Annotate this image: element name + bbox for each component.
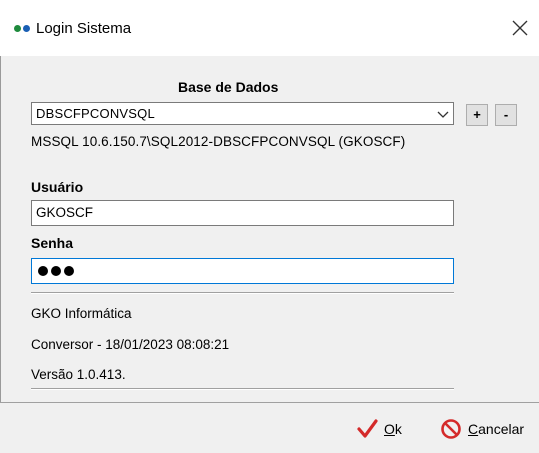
close-icon: [512, 20, 528, 36]
user-input-value: GKOSCF: [36, 205, 94, 220]
title-bar: Login Sistema: [0, 0, 539, 56]
database-label: Base de Dados: [178, 79, 279, 95]
password-mask: [38, 266, 74, 276]
database-select-value: DBSCFPCONVSQL: [36, 106, 155, 121]
user-label: Usuário: [31, 179, 84, 195]
cancel-label: Cancelar: [468, 421, 525, 437]
password-mask-dot: [64, 266, 74, 276]
database-select[interactable]: DBSCFPCONVSQL: [31, 102, 454, 125]
password-mask-dot: [38, 266, 48, 276]
ok-button[interactable]: Ok: [356, 417, 402, 441]
cancel-button[interactable]: Cancelar: [440, 417, 524, 441]
password-label: Senha: [31, 235, 74, 251]
divider: [31, 292, 454, 294]
window-left-border: [0, 56, 1, 453]
company-name: GKO Informática: [31, 306, 132, 321]
divider: [31, 388, 454, 390]
close-button[interactable]: [506, 14, 534, 42]
ok-label: Ok: [384, 421, 402, 437]
app-dots-icon: [14, 24, 34, 34]
password-mask-dot: [51, 266, 61, 276]
connection-string: MSSQL 10.6.150.7\SQL2012-DBSCFPCONVSQL (…: [31, 134, 406, 149]
checkmark-icon: [357, 419, 378, 438]
window-title: Login Sistema: [36, 20, 132, 37]
build-info: Conversor - 18/01/2023 08:08:21: [31, 337, 230, 352]
password-input[interactable]: [31, 258, 454, 284]
remove-database-button[interactable]: -: [495, 104, 517, 126]
add-database-button[interactable]: +: [466, 104, 488, 126]
chevron-down-icon[interactable]: [435, 106, 451, 122]
user-input[interactable]: GKOSCF: [31, 200, 454, 226]
version-info: Versão 1.0.413.: [31, 367, 126, 382]
prohibited-icon: [441, 419, 461, 439]
